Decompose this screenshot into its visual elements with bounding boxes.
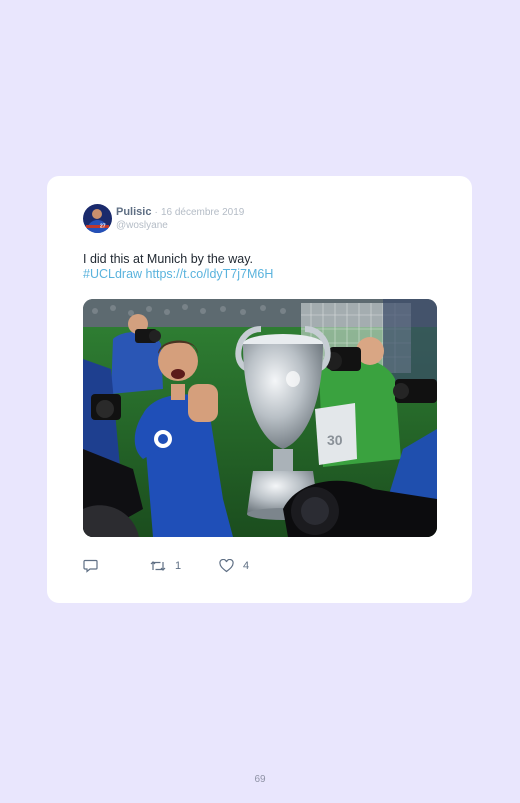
hashtag-link[interactable]: #UCLdraw (83, 267, 142, 281)
tweet-photo[interactable]: 30 (83, 299, 437, 537)
reply-icon (83, 559, 98, 573)
heart-icon (219, 559, 234, 573)
author-separator: · (154, 207, 158, 218)
author-handle[interactable]: @woslyane (116, 220, 168, 231)
retweet-icon (150, 561, 166, 571)
url-link[interactable]: https://t.co/ldyT7j7M6H (146, 267, 274, 281)
tweet-links: #UCLdraw https://t.co/ldyT7j7M6H (83, 267, 273, 282)
tweet-date[interactable]: 16 décembre 2019 (161, 207, 244, 218)
retweet-button[interactable]: 1 (150, 559, 181, 573)
like-count: 4 (243, 560, 250, 572)
avatar[interactable]: 27 (83, 204, 112, 233)
photo-banner-number: 30 (327, 432, 343, 448)
like-button[interactable]: 4 (219, 559, 249, 573)
author-line: Pulisic · 16 décembre 2019 (116, 206, 244, 218)
avatar-jersey-number: 27 (100, 224, 106, 230)
author-name[interactable]: Pulisic (116, 206, 151, 218)
tweet-card: 27 Pulisic · 16 décembre 2019 @woslyane … (47, 176, 472, 603)
page-number: 69 (254, 774, 266, 785)
reply-button[interactable] (83, 559, 98, 573)
tweet-text: I did this at Munich by the way. (83, 252, 253, 266)
retweet-count: 1 (175, 560, 182, 572)
